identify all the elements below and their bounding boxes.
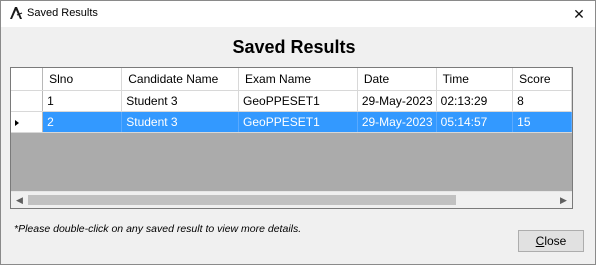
results-table: Slno Candidate Name Exam Name Date Time … xyxy=(11,68,572,133)
cell-date[interactable]: 29-May-2023 xyxy=(357,111,437,133)
header-row: Slno Candidate Name Exam Name Date Time … xyxy=(11,68,572,91)
row-header[interactable] xyxy=(11,90,44,112)
table-row-selected[interactable]: 2 Student 3 GeoPPESET1 29-May-2023 05:14… xyxy=(11,111,572,133)
close-button-label: lose xyxy=(544,234,567,248)
cell-candidate[interactable]: Student 3 xyxy=(121,111,240,133)
window-title: Saved Results xyxy=(27,7,98,19)
cell-exam[interactable]: GeoPPESET1 xyxy=(238,111,358,133)
cell-slno[interactable]: 2 xyxy=(42,111,123,133)
cell-slno[interactable]: 1 xyxy=(42,90,123,112)
instruction-note: *Please double-click on any saved result… xyxy=(14,223,302,235)
cell-date[interactable]: 29-May-2023 xyxy=(357,90,437,112)
close-window-icon[interactable]: ✕ xyxy=(563,1,595,27)
horizontal-scrollbar[interactable]: ◀ ▶ xyxy=(11,191,572,208)
scrollbar-thumb[interactable] xyxy=(28,195,456,205)
cell-exam[interactable]: GeoPPESET1 xyxy=(238,90,358,112)
app-logo-icon xyxy=(10,7,23,19)
close-button-mnemonic: C xyxy=(535,234,545,248)
column-header-slno[interactable]: Slno xyxy=(42,68,123,91)
cell-time[interactable]: 02:13:29 xyxy=(436,90,514,112)
cell-time[interactable]: 05:14:57 xyxy=(436,111,514,133)
row-header[interactable] xyxy=(11,111,44,133)
results-grid[interactable]: Slno Candidate Name Exam Name Date Time … xyxy=(10,67,573,209)
page-title: Saved Results xyxy=(232,37,356,57)
cell-score[interactable]: 15 xyxy=(512,111,572,133)
scroll-right-icon[interactable]: ▶ xyxy=(555,192,572,208)
table-row[interactable]: 1 Student 3 GeoPPESET1 29-May-2023 02:13… xyxy=(11,90,572,112)
scroll-left-icon[interactable]: ◀ xyxy=(11,192,28,208)
title-bar: Saved Results ✕ xyxy=(1,1,595,27)
column-header-candidate-name[interactable]: Candidate Name xyxy=(121,68,240,91)
cell-candidate[interactable]: Student 3 xyxy=(121,90,240,112)
column-header-time[interactable]: Time xyxy=(436,68,514,91)
saved-results-window: Saved Results ✕ Saved Results Slno Candi… xyxy=(0,0,596,265)
column-header-exam-name[interactable]: Exam Name xyxy=(238,68,358,91)
cell-score[interactable]: 8 xyxy=(512,90,572,112)
column-header-score[interactable]: Score xyxy=(512,68,572,91)
row-header-corner xyxy=(11,68,44,91)
column-header-date[interactable]: Date xyxy=(357,68,437,91)
current-row-arrow-icon xyxy=(15,119,19,126)
close-button[interactable]: Close xyxy=(518,230,584,252)
